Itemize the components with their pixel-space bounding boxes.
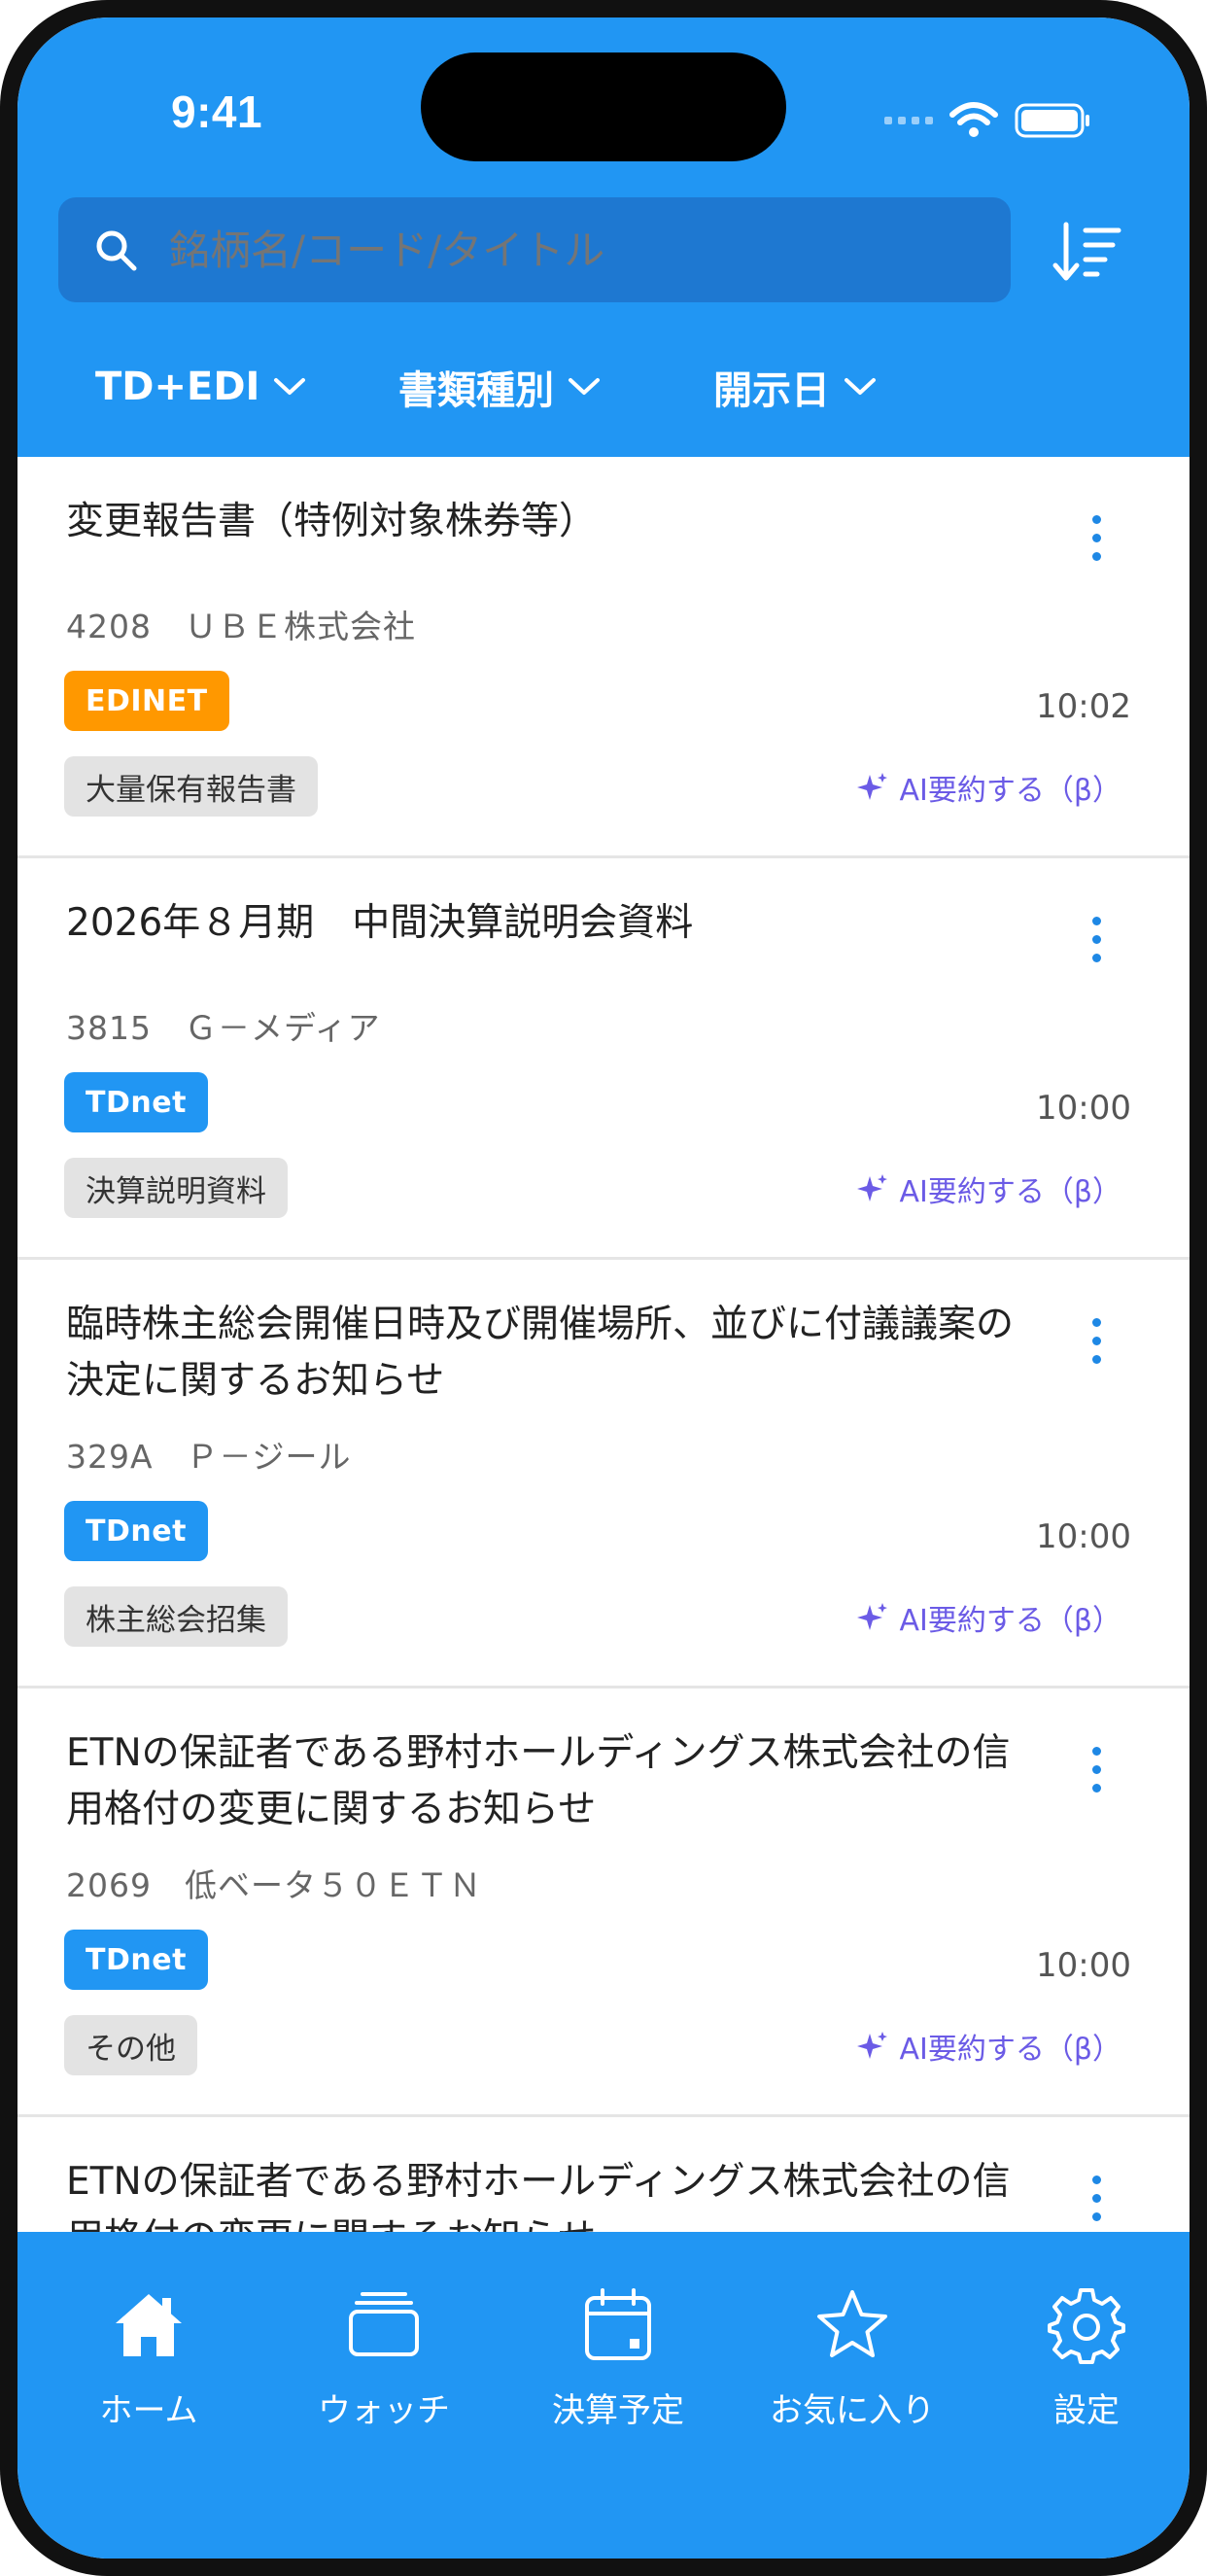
chevron-down-icon bbox=[569, 378, 600, 395]
sort-icon[interactable] bbox=[1052, 217, 1122, 287]
sparkle-icon bbox=[857, 773, 888, 800]
chevron-down-icon bbox=[274, 378, 306, 395]
battery-icon bbox=[1015, 103, 1089, 138]
item-time: 10:02 bbox=[1036, 687, 1131, 726]
search-icon bbox=[96, 230, 137, 271]
header: 9:41 銘柄名/コード/タイトル TD+EDI 書類種別 開示日 bbox=[17, 17, 1190, 457]
wifi-icon bbox=[949, 102, 998, 137]
filter-doctype[interactable]: 書類種別 bbox=[398, 348, 601, 426]
list-item[interactable]: ETNの保証者である野村ホールディングス株式会社の信用格付の変更に関するお知らせ… bbox=[17, 1688, 1190, 2117]
item-title: 変更報告書（特例対象株券等） bbox=[66, 500, 598, 543]
source-badge: TDnet bbox=[64, 1072, 208, 1132]
ai-summary-button[interactable]: AI要約する（β） bbox=[856, 1167, 1121, 1210]
chevron-down-icon bbox=[845, 378, 876, 395]
list-item[interactable]: ETNの保証者である野村ホールディングス株式会社の信用格付の変更に関するお知らせ bbox=[17, 2117, 1190, 2242]
search-bar[interactable] bbox=[58, 197, 1011, 302]
sparkle-icon bbox=[857, 2032, 888, 2059]
item-code: 3815 Ｇ－メディア bbox=[66, 1009, 381, 1047]
filter-source[interactable]: TD+EDI bbox=[95, 348, 306, 426]
gear-icon bbox=[1048, 2288, 1125, 2364]
item-time: 10:00 bbox=[1036, 1946, 1131, 1985]
home-icon bbox=[116, 2294, 182, 2356]
tab-favorites[interactable]: お気に入り bbox=[741, 2286, 964, 2431]
more-options-icon[interactable] bbox=[1086, 917, 1106, 975]
bottom-tab-bar: ホーム ウォッチ 決算予定 お気に入り 設定 bbox=[17, 2232, 1190, 2559]
item-time: 10:00 bbox=[1036, 1089, 1131, 1128]
list-item[interactable]: 2026年８月期 中間決算説明会資料 3815 Ｇ－メディア TDnet 10:… bbox=[17, 858, 1190, 1260]
tab-settings-label: 設定 bbox=[1053, 2391, 1120, 2430]
more-options-icon[interactable] bbox=[1086, 1318, 1106, 1376]
filter-bar: TD+EDI 書類種別 開示日 bbox=[17, 348, 1190, 426]
tab-earnings-calendar[interactable]: 決算予定 bbox=[506, 2286, 730, 2431]
item-code: 2069 低ベータ５０ＥＴＮ bbox=[66, 1866, 482, 1904]
item-title: ETNの保証者である野村ホールディングス株式会社の信用格付の変更に関するお知らせ bbox=[66, 2160, 1011, 2242]
ai-summary-button[interactable]: AI要約する（β） bbox=[856, 766, 1121, 809]
star-icon bbox=[817, 2290, 887, 2357]
ai-summary-button[interactable]: AI要約する（β） bbox=[856, 2025, 1121, 2068]
ai-summary-label: AI要約する（β） bbox=[899, 1175, 1121, 1209]
ai-summary-label: AI要約する（β） bbox=[899, 1604, 1121, 1638]
more-options-icon[interactable] bbox=[1086, 2176, 1106, 2234]
more-options-icon[interactable] bbox=[1086, 1747, 1106, 1805]
sparkle-icon bbox=[857, 1603, 888, 1630]
doctype-tag: 決算説明資料 bbox=[64, 1158, 288, 1218]
ai-summary-label: AI要約する（β） bbox=[899, 774, 1121, 808]
tab-settings[interactable]: 設定 bbox=[975, 2286, 1190, 2431]
tab-favorites-label: お気に入り bbox=[770, 2391, 935, 2430]
filter-doctype-label: 書類種別 bbox=[398, 368, 554, 413]
tab-watch[interactable]: ウォッチ bbox=[272, 2286, 496, 2431]
source-badge: TDnet bbox=[64, 1930, 208, 1990]
calendar-icon bbox=[585, 2288, 651, 2360]
item-time: 10:00 bbox=[1036, 1517, 1131, 1556]
stack-icon bbox=[349, 2292, 419, 2356]
source-badge: TDnet bbox=[64, 1501, 208, 1561]
tab-home[interactable]: ホーム bbox=[37, 2286, 260, 2431]
filter-date[interactable]: 開示日 bbox=[713, 348, 877, 426]
status-indicators bbox=[884, 101, 1092, 140]
device-frame: 9:41 銘柄名/コード/タイトル TD+EDI 書類種別 開示日 変更報告書（… bbox=[0, 0, 1207, 2576]
dynamic-island bbox=[421, 52, 786, 161]
tab-earnings-calendar-label: 決算予定 bbox=[552, 2391, 684, 2430]
item-code: 329A Ｐ－ジール bbox=[66, 1438, 352, 1476]
search-input[interactable] bbox=[167, 225, 1011, 275]
doctype-tag: 株主総会招集 bbox=[64, 1586, 288, 1647]
tab-watch-label: ウォッチ bbox=[318, 2391, 450, 2430]
cellular-signal-icon bbox=[884, 117, 933, 124]
filter-source-label: TD+EDI bbox=[95, 365, 260, 409]
filter-date-label: 開示日 bbox=[713, 368, 830, 413]
app-screen: 9:41 銘柄名/コード/タイトル TD+EDI 書類種別 開示日 変更報告書（… bbox=[17, 17, 1190, 2559]
item-title: ETNの保証者である野村ホールディングス株式会社の信用格付の変更に関するお知らせ bbox=[66, 1731, 1011, 1831]
more-options-icon[interactable] bbox=[1086, 515, 1106, 574]
item-code: 4208 ＵＢＥ株式会社 bbox=[66, 608, 416, 645]
doctype-tag: 大量保有報告書 bbox=[64, 756, 318, 817]
list-item[interactable]: 変更報告書（特例対象株券等） 4208 ＵＢＥ株式会社 EDINET 10:02… bbox=[17, 457, 1190, 858]
doctype-tag: その他 bbox=[64, 2015, 197, 2075]
disclosure-list: 変更報告書（特例対象株券等） 4208 ＵＢＥ株式会社 EDINET 10:02… bbox=[17, 457, 1190, 2242]
item-title: 臨時株主総会開催日時及び開催場所、並びに付議議案の決定に関するお知らせ bbox=[66, 1303, 1015, 1403]
sparkle-icon bbox=[857, 1174, 888, 1201]
tab-home-label: ホーム bbox=[99, 2391, 198, 2430]
ai-summary-button[interactable]: AI要約する（β） bbox=[856, 1596, 1121, 1639]
ai-summary-label: AI要約する（β） bbox=[899, 2033, 1121, 2067]
list-item[interactable]: 臨時株主総会開催日時及び開催場所、並びに付議議案の決定に関するお知らせ 329A… bbox=[17, 1260, 1190, 1688]
status-time: 9:41 bbox=[171, 87, 263, 137]
item-title: 2026年８月期 中間決算説明会資料 bbox=[66, 901, 694, 945]
source-badge: EDINET bbox=[64, 671, 229, 731]
